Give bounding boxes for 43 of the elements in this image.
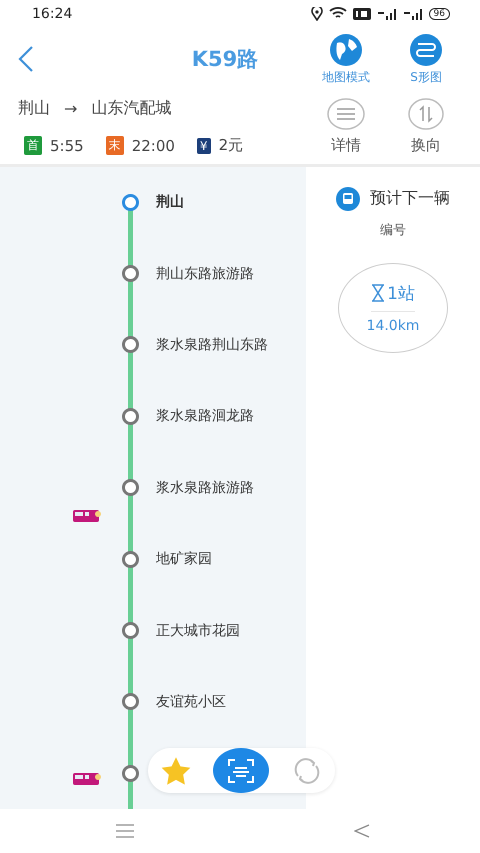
- signal-icon: [402, 8, 423, 20]
- signal-icon: [376, 8, 397, 20]
- back-icon[interactable]: [354, 824, 370, 838]
- scan-icon: [227, 758, 256, 784]
- bus-number-label: 编号: [380, 222, 406, 238]
- distance-away: 14.0km: [366, 318, 420, 334]
- globe-icon: [329, 32, 363, 66]
- menu-icon[interactable]: [116, 824, 134, 838]
- swap-button[interactable]: 换向: [386, 90, 466, 164]
- fare-tag: ¥: [196, 138, 211, 154]
- stop-name[interactable]: 浆水泉路洄龙路: [156, 407, 254, 426]
- destination-stop: 山东汽配城: [91, 98, 172, 119]
- globe-mode-button[interactable]: 地图模式: [306, 28, 386, 90]
- stop-name[interactable]: 正大城市花园: [156, 622, 240, 640]
- battery-indicator: 96: [428, 8, 450, 20]
- fare-value: 2元: [218, 136, 244, 155]
- stop-name[interactable]: 地矿家园: [156, 550, 212, 568]
- stop-name[interactable]: 浆水泉路荆山东路: [156, 336, 268, 354]
- swap-icon: [408, 98, 444, 130]
- origin-stop: 荆山: [18, 98, 50, 119]
- list-button[interactable]: 详情: [306, 90, 386, 164]
- first-tag: 首: [24, 136, 42, 155]
- bus-icon: [336, 186, 360, 210]
- last-value: 22:00: [132, 136, 175, 154]
- stop-name[interactable]: 浆水泉路旅游路: [156, 478, 254, 497]
- stations-away: 1站: [387, 282, 415, 304]
- menu-icon: [327, 98, 365, 130]
- route-icon: [409, 32, 443, 66]
- wifi-icon: [328, 7, 347, 20]
- route-title: K59路: [190, 46, 260, 72]
- direction-arrow: →: [64, 99, 78, 118]
- stop-name[interactable]: 荆山: [156, 193, 184, 212]
- back-icon[interactable]: [18, 46, 34, 72]
- first-value: 5:55: [50, 136, 84, 154]
- stop-name[interactable]: 荆山东路旅游路: [156, 264, 254, 283]
- status-time: 16:24: [32, 6, 72, 22]
- star-icon: [160, 756, 192, 786]
- location-icon: [310, 6, 323, 21]
- hourglass-icon: [371, 284, 386, 302]
- next-bus-title: 预计下一辆: [370, 188, 450, 209]
- refresh-icon: [292, 756, 322, 786]
- last-tag: 末: [106, 136, 124, 155]
- stop-name[interactable]: 友谊苑小区: [156, 692, 226, 711]
